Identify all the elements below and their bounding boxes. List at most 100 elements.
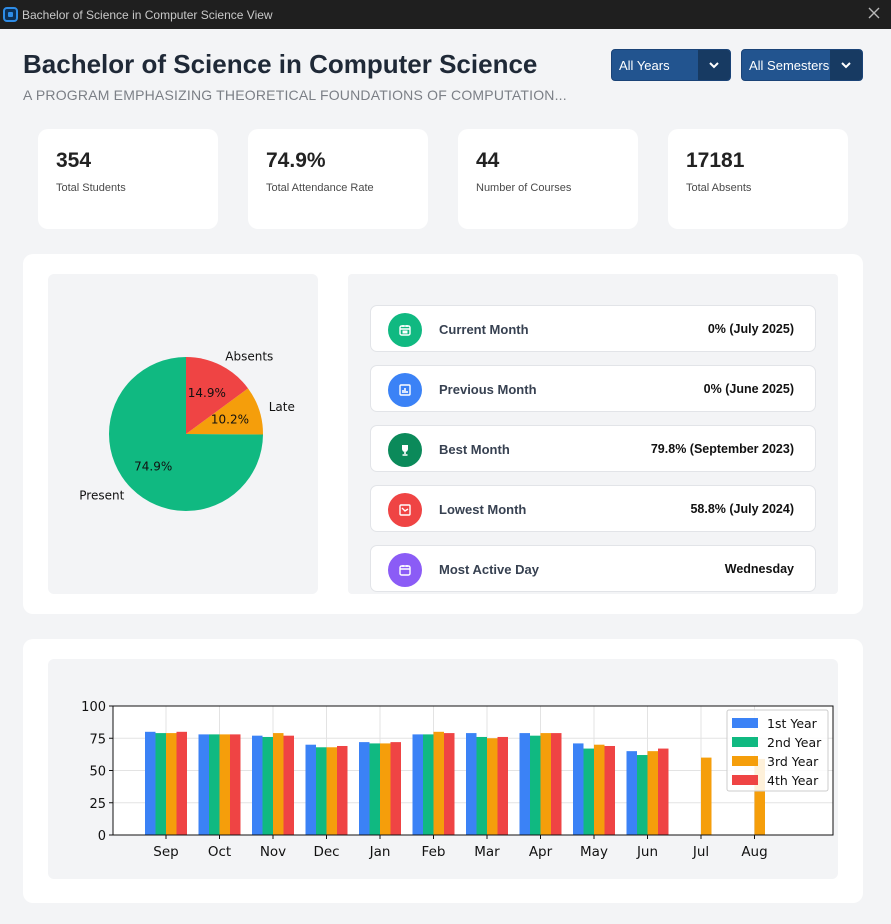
bar-1st-year-may xyxy=(573,743,584,835)
metric-value: 58.8% (July 2024) xyxy=(690,502,794,516)
metric-value: 0% (June 2025) xyxy=(703,382,794,396)
metric-best-month: Best Month 79.8% (September 2023) xyxy=(370,425,816,472)
year-filter-dropdown[interactable]: All Years xyxy=(611,49,731,81)
x-tick-label: Nov xyxy=(260,844,286,860)
window-titlebar: Bachelor of Science in Computer Science … xyxy=(0,0,891,29)
legend-swatch xyxy=(732,737,758,747)
bar-4th-year-apr xyxy=(551,733,562,835)
window-title: Bachelor of Science in Computer Science … xyxy=(22,7,273,22)
bar-chart-icon xyxy=(388,373,422,407)
x-tick-label: Oct xyxy=(208,844,231,860)
bar-1st-year-dec xyxy=(305,744,316,835)
legend-label: 4th Year xyxy=(767,773,819,788)
monthly-attendance-panel: 0 25 50 75 100 Sep Oct Nov Dec Jan Feb Mar Apr May Jun… xyxy=(23,639,863,903)
pie-slice-label: Late xyxy=(269,400,295,414)
y-tick-label: 0 xyxy=(98,829,106,844)
stat-label: Total Students xyxy=(56,182,126,194)
legend-label: 3rd Year xyxy=(767,754,819,769)
close-icon[interactable] xyxy=(865,4,883,22)
year-filter-value: All Years xyxy=(619,57,670,73)
monthly-attendance-bar-chart: 0 25 50 75 100 Sep Oct Nov Dec Jan Feb Mar Apr May Jun… xyxy=(81,700,834,860)
x-tick-label: Jan xyxy=(369,844,391,860)
bar-2nd-year-dec xyxy=(316,747,327,835)
metric-label: Lowest Month xyxy=(439,502,527,517)
bar-2nd-year-oct xyxy=(209,734,220,835)
page-subtitle: A PROGRAM EMPHASIZING THEORETICAL FOUNDA… xyxy=(23,87,567,103)
chart-legend: 1st Year 2nd Year 3rd Year 4th Year xyxy=(726,709,829,792)
metric-label: Best Month xyxy=(439,442,510,457)
stat-value: 44 xyxy=(476,149,500,172)
bar-1st-year-apr xyxy=(519,733,530,835)
bar-3rd-year-jan xyxy=(380,743,391,835)
bar-4th-year-nov xyxy=(283,735,294,835)
x-tick-label: Jun xyxy=(636,844,658,860)
legend-swatch xyxy=(732,718,758,728)
legend-swatch xyxy=(732,756,758,766)
bar-3rd-year-sep xyxy=(166,733,177,835)
bar-3rd-year-dec xyxy=(326,747,337,835)
semester-filter-dropdown[interactable]: All Semesters xyxy=(741,49,863,81)
x-tick-label: Dec xyxy=(313,844,339,860)
stat-card-total-absents: 17181 Total Absents xyxy=(668,129,848,229)
bar-4th-year-may xyxy=(604,745,615,835)
bar-4th-year-oct xyxy=(230,734,241,835)
bar-4th-year-feb xyxy=(444,733,455,835)
metric-value: 79.8% (September 2023) xyxy=(650,442,794,456)
bar-4th-year-sep xyxy=(176,731,187,835)
x-tick-label: Jul xyxy=(692,844,709,860)
bar-2nd-year-mar xyxy=(476,736,487,835)
metric-label: Most Active Day xyxy=(439,562,539,577)
bar-3rd-year-apr xyxy=(540,733,551,835)
bar-2nd-year-sep xyxy=(155,733,166,835)
calendar-icon xyxy=(388,313,422,347)
pie-slice-label: Absents xyxy=(225,349,273,363)
x-tick-label: Feb xyxy=(422,844,446,860)
bar-1st-year-nov xyxy=(252,735,263,835)
y-tick-label: 75 xyxy=(89,732,106,747)
calendar-day-icon xyxy=(388,553,422,587)
metric-previous-month: Previous Month 0% (June 2025) xyxy=(370,365,816,412)
bar-2nd-year-nov xyxy=(262,736,273,835)
bar-2nd-year-jan xyxy=(369,743,380,835)
stat-label: Total Attendance Rate xyxy=(266,182,374,194)
bar-2nd-year-apr xyxy=(530,735,541,835)
bar-3rd-year-nov xyxy=(273,733,284,835)
pie-pct-label: 10.2% xyxy=(211,413,249,427)
legend-label: 1st Year xyxy=(767,716,818,731)
bar-3rd-year-feb xyxy=(433,731,444,835)
legend-label: 2nd Year xyxy=(767,735,822,750)
x-tick-label: Apr xyxy=(529,844,553,860)
bar-3rd-year-jul xyxy=(701,757,712,835)
monthly-metrics-list: Current Month 0% (July 2025) Previous Mo… xyxy=(348,274,838,594)
chevron-down-icon[interactable] xyxy=(698,50,730,80)
semester-filter-value: All Semesters xyxy=(749,57,830,73)
bar-2nd-year-feb xyxy=(423,734,434,835)
bar-1st-year-feb xyxy=(412,734,423,835)
metric-current-month: Current Month 0% (July 2025) xyxy=(370,305,816,352)
attendance-pie-chart: 74.9% Present 10.2% Late 14.9% Absents xyxy=(79,349,295,511)
x-tick-label: Aug xyxy=(741,844,767,860)
trend-down-icon xyxy=(388,493,422,527)
bar-1st-year-jan xyxy=(359,742,370,835)
pie-chart-container: 74.9% Present 10.2% Late 14.9% Absents xyxy=(48,274,318,594)
bar-4th-year-jun xyxy=(658,748,669,835)
chevron-down-icon[interactable] xyxy=(830,50,862,80)
stat-value: 354 xyxy=(56,149,92,172)
x-tick-label: Sep xyxy=(153,844,178,860)
bar-3rd-year-oct xyxy=(219,734,230,835)
metric-value: Wednesday xyxy=(724,562,794,576)
attendance-overview-panel: 74.9% Present 10.2% Late 14.9% Absents Curren… xyxy=(23,254,863,614)
bar-1st-year-jun xyxy=(626,751,637,835)
metric-lowest-month: Lowest Month 58.8% (July 2024) xyxy=(370,485,816,532)
y-tick-label: 25 xyxy=(89,797,106,812)
stat-value: 17181 xyxy=(686,149,745,172)
stat-card-total-students: 354 Total Students xyxy=(38,129,218,229)
page-title: Bachelor of Science in Computer Science xyxy=(23,49,538,79)
y-tick-label: 100 xyxy=(81,700,106,715)
x-tick-label: May xyxy=(580,844,608,860)
metric-value: 0% (July 2025) xyxy=(707,322,794,336)
app-icon xyxy=(3,7,18,22)
bar-chart-container: 0 25 50 75 100 Sep Oct Nov Dec Jan Feb Mar Apr May Jun… xyxy=(48,659,838,879)
y-tick-label: 50 xyxy=(89,765,106,780)
bar-4th-year-jan xyxy=(390,742,401,835)
